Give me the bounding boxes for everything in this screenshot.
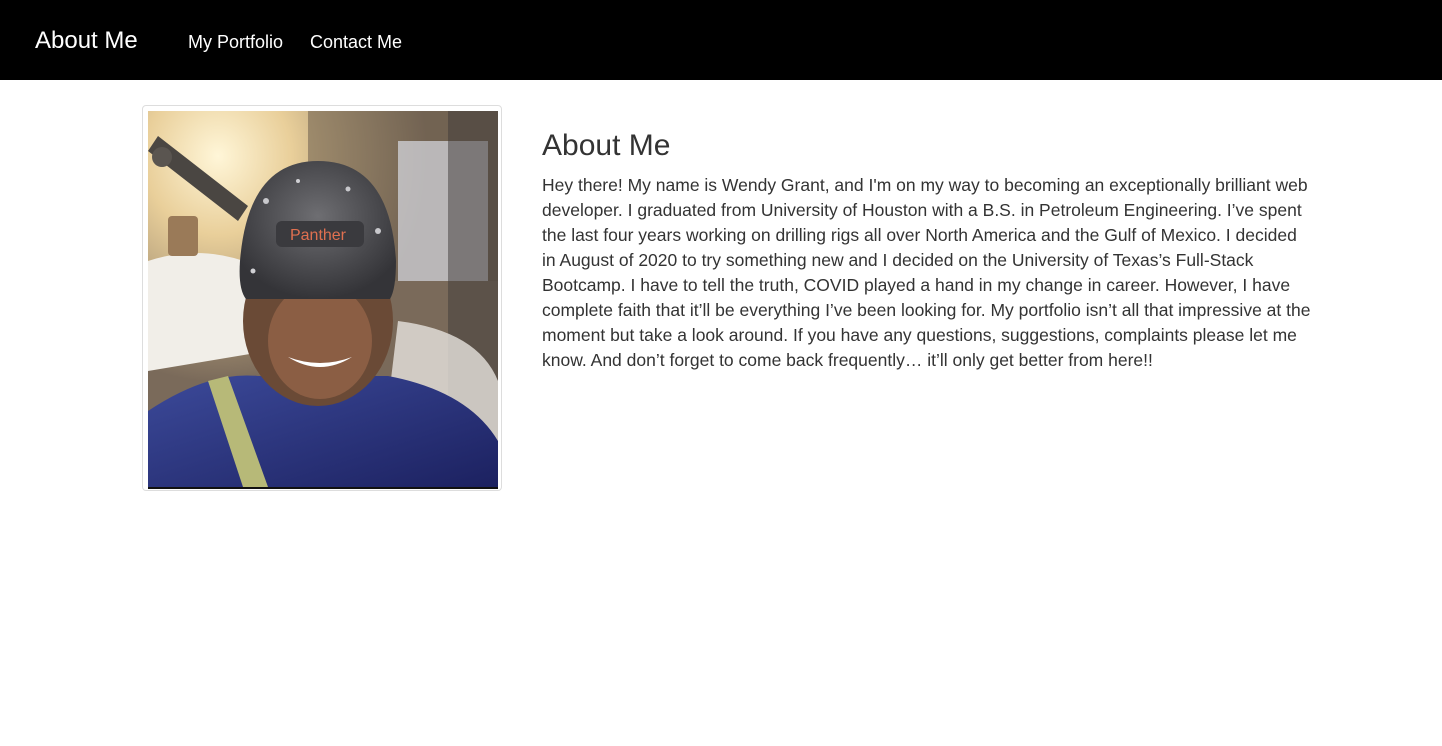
nav-link-contact[interactable]: Contact Me [310,31,402,53]
brand-link[interactable]: About Me [35,26,138,56]
profile-photo-frame: Panther [142,105,502,491]
bio-text: Hey there! My name is Wendy Grant, and I… [542,175,1311,370]
top-navbar: About Me My Portfolio Contact Me [0,0,1442,80]
page-title: About Me [542,129,671,162]
about-section: About Me Hey there! My name is Wendy Gra… [542,128,1312,373]
cap-logo-text: Panther [290,227,347,244]
nav-link-portfolio[interactable]: My Portfolio [188,31,283,53]
profile-photo: Panther [148,111,498,489]
